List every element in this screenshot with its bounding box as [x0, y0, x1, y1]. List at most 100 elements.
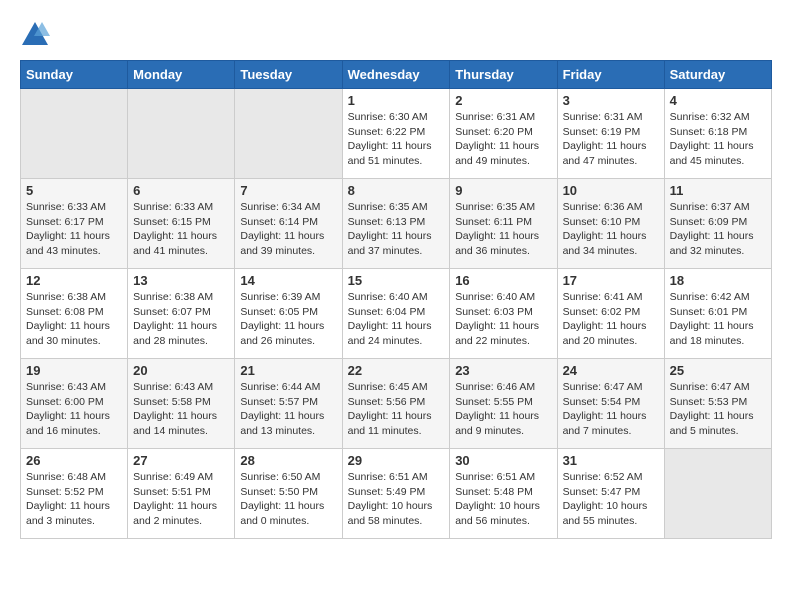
day-number: 24	[563, 363, 659, 378]
day-number: 30	[455, 453, 551, 468]
day-info: Sunrise: 6:30 AMSunset: 6:22 PMDaylight:…	[348, 110, 445, 169]
calendar-week-4: 19 Sunrise: 6:43 AMSunset: 6:00 PMDayligh…	[21, 359, 772, 449]
day-number: 20	[133, 363, 229, 378]
calendar-cell: 2 Sunrise: 6:31 AMSunset: 6:20 PMDaylight…	[450, 89, 557, 179]
day-number: 17	[563, 273, 659, 288]
day-number: 1	[348, 93, 445, 108]
day-info: Sunrise: 6:43 AMSunset: 5:58 PMDaylight:…	[133, 380, 229, 439]
calendar-cell: 12 Sunrise: 6:38 AMSunset: 6:08 PMDayligh…	[21, 269, 128, 359]
calendar-cell: 16 Sunrise: 6:40 AMSunset: 6:03 PMDayligh…	[450, 269, 557, 359]
day-info: Sunrise: 6:31 AMSunset: 6:19 PMDaylight:…	[563, 110, 659, 169]
day-info: Sunrise: 6:49 AMSunset: 5:51 PMDaylight:…	[133, 470, 229, 529]
calendar-cell: 18Sunrise: 6:42 AMSunset: 6:01 PMDayligh…	[664, 269, 771, 359]
day-number: 6	[133, 183, 229, 198]
calendar-cell: 27 Sunrise: 6:49 AMSunset: 5:51 PMDayligh…	[128, 449, 235, 539]
day-info: Sunrise: 6:51 AMSunset: 5:49 PMDaylight:…	[348, 470, 445, 529]
calendar-cell: 10Sunrise: 6:36 AMSunset: 6:10 PMDayligh…	[557, 179, 664, 269]
day-number: 13	[133, 273, 229, 288]
day-number: 22	[348, 363, 445, 378]
col-friday: Friday	[557, 61, 664, 89]
day-number: 29	[348, 453, 445, 468]
day-info: Sunrise: 6:41 AMSunset: 6:02 PMDaylight:…	[563, 290, 659, 349]
day-info: Sunrise: 6:38 AMSunset: 6:08 PMDaylight:…	[26, 290, 122, 349]
calendar-cell: 17 Sunrise: 6:41 AMSunset: 6:02 PMDayligh…	[557, 269, 664, 359]
day-number: 16	[455, 273, 551, 288]
calendar-cell: 19 Sunrise: 6:43 AMSunset: 6:00 PMDayligh…	[21, 359, 128, 449]
day-number: 2	[455, 93, 551, 108]
calendar-cell: 11 Sunrise: 6:37 AMSunset: 6:09 PMDayligh…	[664, 179, 771, 269]
day-info: Sunrise: 6:46 AMSunset: 5:55 PMDaylight:…	[455, 380, 551, 439]
day-number: 9	[455, 183, 551, 198]
day-number: 28	[240, 453, 336, 468]
day-number: 12	[26, 273, 122, 288]
calendar-cell: 6Sunrise: 6:33 AMSunset: 6:15 PMDaylight…	[128, 179, 235, 269]
calendar-cell	[664, 449, 771, 539]
day-number: 8	[348, 183, 445, 198]
col-sunday: Sunday	[21, 61, 128, 89]
calendar-cell: 22 Sunrise: 6:45 AMSunset: 5:56 PMDayligh…	[342, 359, 450, 449]
day-info: Sunrise: 6:37 AMSunset: 6:09 PMDaylight:…	[670, 200, 766, 259]
calendar-cell: 13 Sunrise: 6:38 AMSunset: 6:07 PMDayligh…	[128, 269, 235, 359]
day-number: 31	[563, 453, 659, 468]
calendar-cell: 15 Sunrise: 6:40 AMSunset: 6:04 PMDayligh…	[342, 269, 450, 359]
day-number: 4	[670, 93, 766, 108]
day-number: 26	[26, 453, 122, 468]
day-number: 19	[26, 363, 122, 378]
calendar-header: Sunday Monday Tuesday Wednesday Thursday…	[21, 61, 772, 89]
day-info: Sunrise: 6:43 AMSunset: 6:00 PMDaylight:…	[26, 380, 122, 439]
calendar-week-5: 26 Sunrise: 6:48 AMSunset: 5:52 PMDayligh…	[21, 449, 772, 539]
calendar-week-3: 12 Sunrise: 6:38 AMSunset: 6:08 PMDayligh…	[21, 269, 772, 359]
day-number: 7	[240, 183, 336, 198]
calendar-cell: 7 Sunrise: 6:34 AMSunset: 6:14 PMDaylight…	[235, 179, 342, 269]
day-info: Sunrise: 6:52 AMSunset: 5:47 PMDaylight:…	[563, 470, 659, 529]
calendar-cell: 20 Sunrise: 6:43 AMSunset: 5:58 PMDayligh…	[128, 359, 235, 449]
day-number: 11	[670, 183, 766, 198]
day-number: 15	[348, 273, 445, 288]
day-info: Sunrise: 6:40 AMSunset: 6:03 PMDaylight:…	[455, 290, 551, 349]
calendar-cell	[21, 89, 128, 179]
header-row: Sunday Monday Tuesday Wednesday Thursday…	[21, 61, 772, 89]
day-info: Sunrise: 6:42 AMSunset: 6:01 PMDaylight:…	[670, 290, 766, 349]
logo-icon	[20, 20, 50, 50]
day-info: Sunrise: 6:35 AMSunset: 6:11 PMDaylight:…	[455, 200, 551, 259]
day-info: Sunrise: 6:36 AMSunset: 6:10 PMDaylight:…	[563, 200, 659, 259]
calendar-week-2: 5Sunrise: 6:33 AMSunset: 6:17 PMDaylight…	[21, 179, 772, 269]
day-info: Sunrise: 6:47 AMSunset: 5:53 PMDaylight:…	[670, 380, 766, 439]
day-info: Sunrise: 6:48 AMSunset: 5:52 PMDaylight:…	[26, 470, 122, 529]
calendar-cell: 30 Sunrise: 6:51 AMSunset: 5:48 PMDayligh…	[450, 449, 557, 539]
calendar-cell: 28 Sunrise: 6:50 AMSunset: 5:50 PMDayligh…	[235, 449, 342, 539]
calendar-cell: 26 Sunrise: 6:48 AMSunset: 5:52 PMDayligh…	[21, 449, 128, 539]
day-info: Sunrise: 6:31 AMSunset: 6:20 PMDaylight:…	[455, 110, 551, 169]
day-info: Sunrise: 6:40 AMSunset: 6:04 PMDaylight:…	[348, 290, 445, 349]
day-info: Sunrise: 6:35 AMSunset: 6:13 PMDaylight:…	[348, 200, 445, 259]
calendar-cell: 4 Sunrise: 6:32 AMSunset: 6:18 PMDaylight…	[664, 89, 771, 179]
calendar-cell: 24 Sunrise: 6:47 AMSunset: 5:54 PMDayligh…	[557, 359, 664, 449]
col-tuesday: Tuesday	[235, 61, 342, 89]
day-info: Sunrise: 6:47 AMSunset: 5:54 PMDaylight:…	[563, 380, 659, 439]
calendar-cell: 29 Sunrise: 6:51 AMSunset: 5:49 PMDayligh…	[342, 449, 450, 539]
calendar-cell: 25 Sunrise: 6:47 AMSunset: 5:53 PMDayligh…	[664, 359, 771, 449]
day-number: 21	[240, 363, 336, 378]
calendar-cell: 9 Sunrise: 6:35 AMSunset: 6:11 PMDaylight…	[450, 179, 557, 269]
day-info: Sunrise: 6:50 AMSunset: 5:50 PMDaylight:…	[240, 470, 336, 529]
day-info: Sunrise: 6:38 AMSunset: 6:07 PMDaylight:…	[133, 290, 229, 349]
day-number: 27	[133, 453, 229, 468]
col-wednesday: Wednesday	[342, 61, 450, 89]
calendar-cell: 1 Sunrise: 6:30 AMSunset: 6:22 PMDaylight…	[342, 89, 450, 179]
day-number: 14	[240, 273, 336, 288]
calendar-week-1: 1 Sunrise: 6:30 AMSunset: 6:22 PMDaylight…	[21, 89, 772, 179]
day-number: 23	[455, 363, 551, 378]
calendar-cell	[128, 89, 235, 179]
day-number: 25	[670, 363, 766, 378]
calendar-cell: 3Sunrise: 6:31 AMSunset: 6:19 PMDaylight…	[557, 89, 664, 179]
day-info: Sunrise: 6:51 AMSunset: 5:48 PMDaylight:…	[455, 470, 551, 529]
day-info: Sunrise: 6:34 AMSunset: 6:14 PMDaylight:…	[240, 200, 336, 259]
day-info: Sunrise: 6:39 AMSunset: 6:05 PMDaylight:…	[240, 290, 336, 349]
col-thursday: Thursday	[450, 61, 557, 89]
calendar-cell: 31 Sunrise: 6:52 AMSunset: 5:47 PMDayligh…	[557, 449, 664, 539]
calendar-cell	[235, 89, 342, 179]
col-saturday: Saturday	[664, 61, 771, 89]
day-info: Sunrise: 6:32 AMSunset: 6:18 PMDaylight:…	[670, 110, 766, 169]
col-monday: Monday	[128, 61, 235, 89]
day-info: Sunrise: 6:45 AMSunset: 5:56 PMDaylight:…	[348, 380, 445, 439]
